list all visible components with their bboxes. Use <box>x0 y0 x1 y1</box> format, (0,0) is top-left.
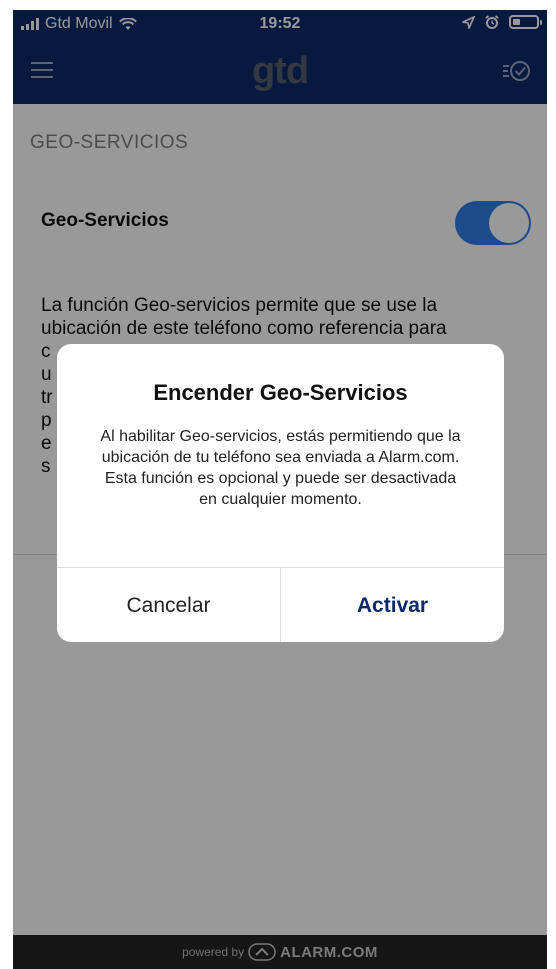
dialog-title: Encender Geo-Servicios <box>153 380 408 405</box>
cancel-button[interactable]: Cancelar <box>57 568 281 642</box>
activate-button[interactable]: Activar <box>281 568 504 642</box>
app-screen: Gtd Movil 19:52 gtd GEO-SERVICIOS Geo-Se… <box>13 10 547 969</box>
alarm-com-brand: ALARM.COM <box>280 943 378 961</box>
dialog-message: Al habilitar Geo-servicios, estás permit… <box>100 428 461 508</box>
enable-geo-services-dialog: Encender Geo-Servicios Al habilitar Geo-… <box>57 344 504 642</box>
alarm-com-logo-icon <box>248 943 276 961</box>
dialog-actions: Cancelar Activar <box>57 567 504 642</box>
powered-by-text: powered by <box>182 945 245 959</box>
footer: powered by ALARM.COM <box>13 935 547 969</box>
